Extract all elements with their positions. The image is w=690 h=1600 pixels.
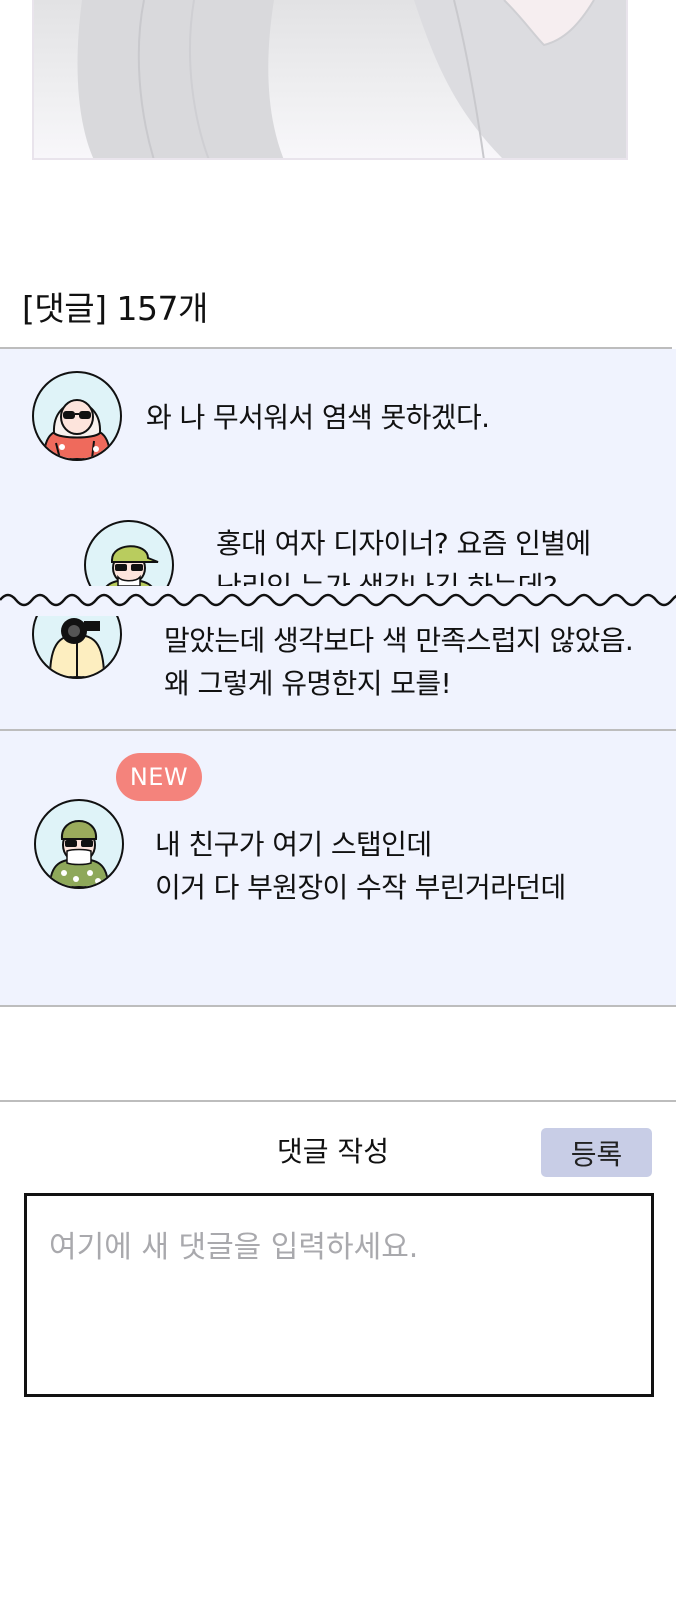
avatar-beanie-mask[interactable] bbox=[34, 799, 124, 889]
comment-thread: 와 나 무서워서 염색 못하겠다. 홍대 여자 디자이너? 요즘 인별에 난리인… bbox=[0, 349, 676, 925]
submit-button[interactable]: 등록 bbox=[541, 1128, 652, 1177]
comment-text: 와 나 무서워서 염색 못하겠다. bbox=[146, 401, 490, 434]
panel-illustration bbox=[77, 0, 626, 158]
reply-text-line: 말았는데 생각보다 색 만족스럽지 않았음. bbox=[164, 624, 634, 657]
reply-text-line: 왜 그렇게 유명한지 모를! bbox=[164, 667, 452, 700]
cut-wave-divider bbox=[0, 586, 676, 616]
webtoon-panel-bottom bbox=[32, 0, 628, 160]
comment-count-label: [댓글] 157개 bbox=[22, 289, 208, 328]
comment-text: 이거 다 부원장이 수작 부린거라던데 bbox=[155, 871, 566, 904]
beanie-person-icon bbox=[48, 820, 110, 887]
divider bbox=[0, 1100, 676, 1102]
comment-input[interactable] bbox=[24, 1193, 654, 1397]
comment-text: 내 친구가 여기 스탭인데 bbox=[155, 828, 432, 861]
avatar-hooded-sunglasses[interactable] bbox=[32, 371, 122, 461]
divider bbox=[0, 1005, 676, 1007]
new-badge: NEW bbox=[116, 753, 202, 801]
hooded-person-icon bbox=[42, 399, 112, 459]
reply-text-line: 홍대 여자 디자이너? 요즘 인별에 bbox=[216, 527, 591, 560]
comment-thread: 내 친구가 여기 스탭인데 이거 다 부원장이 수작 부린거라던데 bbox=[0, 731, 676, 1005]
